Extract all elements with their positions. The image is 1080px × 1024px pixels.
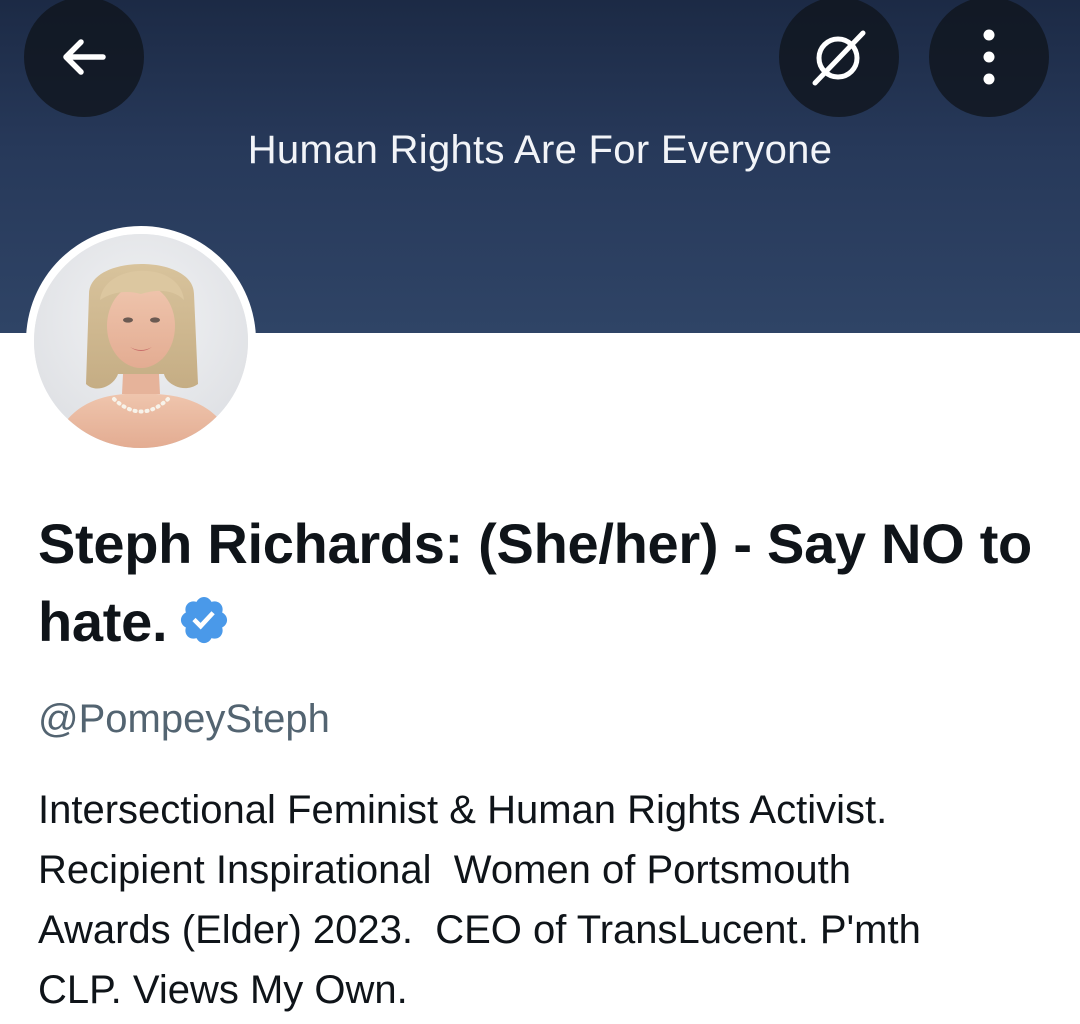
profile-page: Human Rights Are For Everyone Steph Rich… xyxy=(0,0,1080,1024)
back-button[interactable] xyxy=(24,0,144,117)
avatar-photo xyxy=(34,234,248,448)
banner-text: Human Rights Are For Everyone xyxy=(247,128,833,172)
more-options-button[interactable] xyxy=(929,0,1049,117)
grok-icon xyxy=(812,30,866,86)
more-vertical-icon xyxy=(983,29,995,85)
verified-badge-icon[interactable] xyxy=(177,593,231,647)
display-name-block: Steph Richards: (She/her) - Say NO to ha… xyxy=(38,505,1048,661)
arrow-left-icon xyxy=(63,39,106,75)
grok-button[interactable] xyxy=(779,0,899,117)
profile-bio: Intersectional Feminist & Human Rights A… xyxy=(38,788,921,1012)
avatar-frame[interactable] xyxy=(26,226,256,456)
profile-handle: @PompeySteph xyxy=(38,697,330,741)
avatar[interactable] xyxy=(34,234,248,448)
